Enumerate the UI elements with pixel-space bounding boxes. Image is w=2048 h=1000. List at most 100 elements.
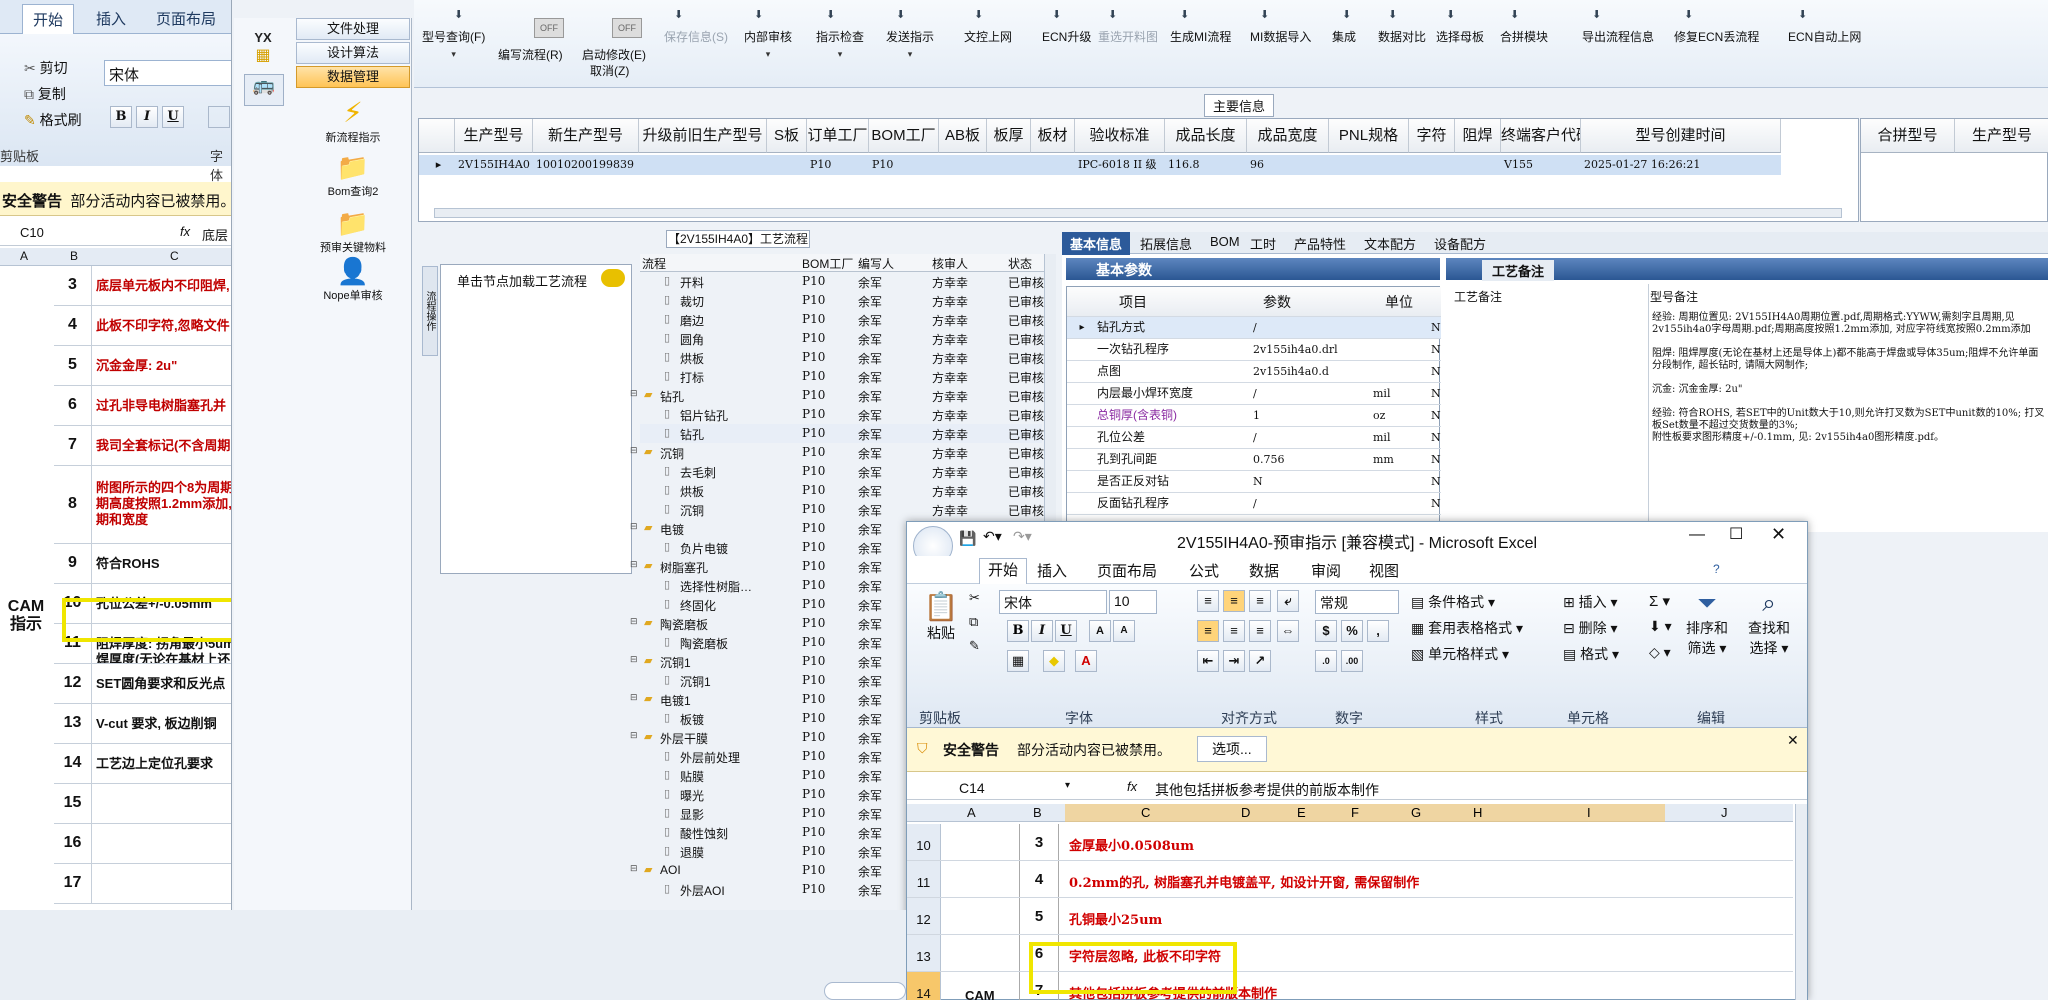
- column-header[interactable]: C: [1141, 805, 1150, 820]
- grid-header[interactable]: 阻焊: [1455, 119, 1501, 153]
- left-row[interactable]: 12 SET圆角要求和反光点: [54, 664, 231, 704]
- excel-tab[interactable]: 数据: [1249, 560, 1279, 581]
- param-row[interactable]: 孔到孔间距 0.756 mm N: [1067, 449, 1441, 471]
- grid-cell[interactable]: 10010200199839: [533, 155, 639, 175]
- grid-cell[interactable]: [1409, 155, 1455, 175]
- row-number-cell[interactable]: 3: [1019, 824, 1059, 860]
- column-header[interactable]: B: [1033, 805, 1042, 820]
- left-row[interactable]: 9 符合ROHS: [54, 544, 231, 584]
- toolbar-item[interactable]: 选择母板: [1436, 28, 1484, 45]
- grow-font-button[interactable]: A: [1089, 620, 1111, 642]
- tree-row[interactable]: ▯ 去毛刺 P10 余军 方幸幸 已审核: [640, 462, 1044, 481]
- expand-icon[interactable]: ⊟: [630, 730, 638, 741]
- toolbar-item[interactable]: 文控上网: [964, 28, 1012, 45]
- grid-cell[interactable]: IPC-6018 II 级: [1075, 155, 1165, 175]
- underline-button[interactable]: U: [162, 106, 184, 128]
- grid-header[interactable]: 板材: [1031, 119, 1075, 153]
- param-row[interactable]: ▸ 钻孔方式 / N: [1067, 317, 1441, 339]
- tree-row[interactable]: ▯ 圆角 P10 余军 方幸幸 已审核: [640, 329, 1044, 348]
- indent-increase-button[interactable]: ⇥: [1223, 650, 1245, 672]
- save-icon[interactable]: 💾: [959, 530, 976, 547]
- merge-grid[interactable]: 合拼型号 生产型号: [1860, 118, 2048, 222]
- grid-header[interactable]: 订单工厂: [807, 119, 869, 153]
- grid-header[interactable]: 生产型号: [455, 119, 533, 153]
- italic-button[interactable]: I: [1031, 620, 1053, 642]
- row-text-cell[interactable]: 0.2mm的孔, 树脂塞孔并电镀盖平, 如设计开窗, 需保留制作: [1069, 861, 1419, 891]
- tab-bom[interactable]: BOM: [1210, 234, 1240, 249]
- name-box[interactable]: C14: [959, 780, 985, 796]
- excel-row[interactable]: 11 4 0.2mm的孔, 树脂塞孔并电镀盖平, 如设计开窗, 需保留制作: [907, 861, 1793, 898]
- nav-nope-review[interactable]: 👤 Nope单审核: [296, 256, 410, 303]
- merge-button[interactable]: ⇔: [1277, 620, 1299, 642]
- insert-cells-button[interactable]: ⊞ 插入 ▾: [1563, 592, 1618, 612]
- excel-row[interactable]: 12 5 孔铜最小25um: [907, 898, 1793, 935]
- grid-header[interactable]: 验收标准: [1075, 119, 1165, 153]
- comma-button[interactable]: ,: [1367, 620, 1389, 642]
- grid-header[interactable]: 新生产型号: [533, 119, 639, 153]
- left-font-select[interactable]: 宋体: [104, 60, 231, 86]
- row-header[interactable]: 14: [907, 972, 941, 1000]
- nav-new-flow[interactable]: ⚡ 新流程指示: [296, 96, 410, 145]
- font-color-button[interactable]: A: [1075, 650, 1097, 672]
- param-row[interactable]: 点图 2v155ih4a0.d N: [1067, 361, 1441, 383]
- find-select-button[interactable]: ⌕ 查找和 选择 ▾: [1737, 590, 1801, 658]
- expand-icon[interactable]: ⊟: [630, 559, 638, 570]
- grid-cell[interactable]: P10: [807, 155, 869, 175]
- grid-header[interactable]: 升级前旧生产型号: [639, 119, 767, 153]
- expand-icon[interactable]: ⊟: [630, 616, 638, 627]
- column-header[interactable]: A: [967, 805, 976, 820]
- row-header[interactable]: 12: [907, 898, 941, 934]
- toolbar-item[interactable]: 集成: [1332, 28, 1356, 45]
- align-center-button[interactable]: ≡: [1223, 620, 1245, 642]
- param-value[interactable]: /: [1253, 493, 1257, 514]
- left-row[interactable]: 15: [54, 784, 231, 824]
- param-table[interactable]: 项目 参数 单位 ▸ 钻孔方式 / N 一次钻孔程序 2v155ih4a0.drl N 点图 2…: [1066, 286, 1441, 530]
- shrink-font-button[interactable]: A: [1113, 620, 1135, 642]
- toolbar-item[interactable]: 编写流程(R): [498, 46, 563, 63]
- toolbar-item[interactable]: 取消(Z): [590, 62, 629, 79]
- number-format-select[interactable]: 常规: [1315, 590, 1399, 614]
- column-header[interactable]: H: [1473, 805, 1482, 820]
- expand-icon[interactable]: ⊟: [630, 521, 638, 532]
- font-select[interactable]: 宋体: [999, 590, 1107, 614]
- expand-icon[interactable]: ⊟: [630, 388, 638, 399]
- grid-cell[interactable]: [1455, 155, 1501, 175]
- row-header[interactable]: 13: [907, 935, 941, 971]
- grid-header[interactable]: PNL规格: [1329, 119, 1409, 153]
- toolbar-item[interactable]: 指示检查 ▾: [816, 28, 864, 60]
- param-value[interactable]: /: [1253, 317, 1257, 338]
- row-header[interactable]: 11: [907, 861, 941, 897]
- tree-row[interactable]: ▯ 打标 P10 余军 方幸幸 已审核: [640, 367, 1044, 386]
- cut-button[interactable]: ✂ 剪切: [24, 58, 68, 78]
- undo-icon[interactable]: ↶▾: [983, 528, 1002, 545]
- border-button[interactable]: ▦: [1007, 650, 1029, 672]
- column-header[interactable]: D: [1241, 805, 1250, 820]
- currency-button[interactable]: $: [1315, 620, 1337, 642]
- help-icon[interactable]: ?: [1713, 562, 1720, 576]
- excel-tab[interactable]: 页面布局: [1097, 560, 1157, 581]
- grid-header[interactable]: 成品宽度: [1247, 119, 1329, 153]
- copy-button[interactable]: ⧉ 复制: [24, 84, 66, 104]
- nav-design-algorithm[interactable]: 设计算法: [296, 42, 410, 64]
- expand-icon[interactable]: ⊟: [630, 863, 638, 874]
- nav-file-processing[interactable]: 文件处理: [296, 18, 410, 40]
- autosum-button[interactable]: Σ ▾: [1649, 592, 1670, 610]
- fill-button[interactable]: ⬇ ▾: [1649, 618, 1672, 635]
- format-cells-button[interactable]: ▤ 格式 ▾: [1563, 644, 1619, 664]
- align-bottom-button[interactable]: ≡: [1249, 590, 1271, 612]
- toolbar-item[interactable]: 修复ECN丢流程: [1674, 28, 1759, 45]
- param-value[interactable]: 2v155ih4a0.d: [1253, 361, 1329, 382]
- toolbar-item[interactable]: 生成MI流程: [1170, 28, 1231, 45]
- param-value[interactable]: N: [1253, 471, 1263, 492]
- grid-cell[interactable]: 2V155IH4A0: [455, 155, 533, 175]
- grid-cell[interactable]: V155: [1501, 155, 1581, 175]
- grid-cell[interactable]: [639, 155, 767, 175]
- clear-button[interactable]: ◇ ▾: [1649, 644, 1671, 661]
- formula-text[interactable]: 其他包括拼板参考提供的前版本制作: [1155, 780, 1379, 800]
- left-row[interactable]: 3 底层单元板内不印阻焊,: [54, 266, 231, 306]
- nav-bom-query2[interactable]: 📁 Bom查询2: [296, 152, 410, 199]
- toolbar-item[interactable]: ECN升级: [1042, 28, 1091, 45]
- toolbar-item[interactable]: 内部审核 ▾: [744, 28, 792, 60]
- toolbar-item[interactable]: 启动修改(E): [582, 46, 646, 63]
- bus-icon[interactable]: 🚌: [244, 74, 284, 106]
